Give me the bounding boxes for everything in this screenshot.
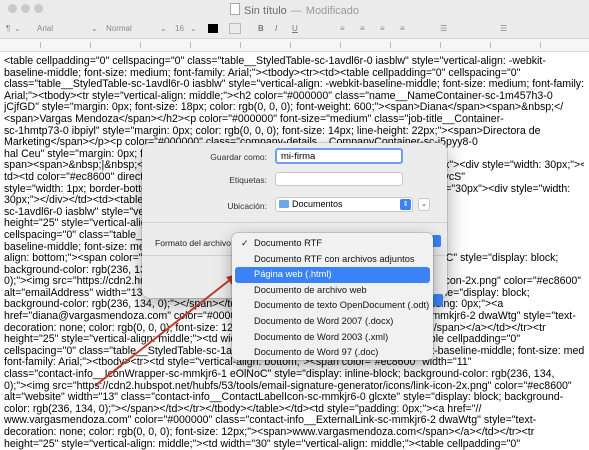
checkmark-icon: ✓ xyxy=(241,238,249,248)
format-menu-item[interactable]: Documento de Word 2007 (.docx) xyxy=(235,314,430,330)
format-menu-item[interactable]: Documento RTF con archivos adjuntos xyxy=(235,252,430,268)
format-menu-item[interactable]: Documento de Word 2003 (.xml) xyxy=(235,330,430,346)
format-menu-item[interactable]: Documento de texto OpenDocument (.odt) xyxy=(235,298,430,314)
document-line: height="25" style="vertical-align: middl… xyxy=(4,438,521,450)
format-menu-item[interactable]: Documento de archivo web xyxy=(235,283,430,299)
format-menu-item[interactable]: Página web (.html) xyxy=(235,267,430,283)
format-menu-item[interactable]: Documento RTF ✓ xyxy=(235,236,430,252)
format-menu-item[interactable]: Documento de Word 97 (.doc) xyxy=(235,345,430,361)
file-format-menu: Documento RTF ✓ Documento RTF con archivos… xyxy=(232,233,433,360)
annotation-arrow xyxy=(95,274,237,386)
